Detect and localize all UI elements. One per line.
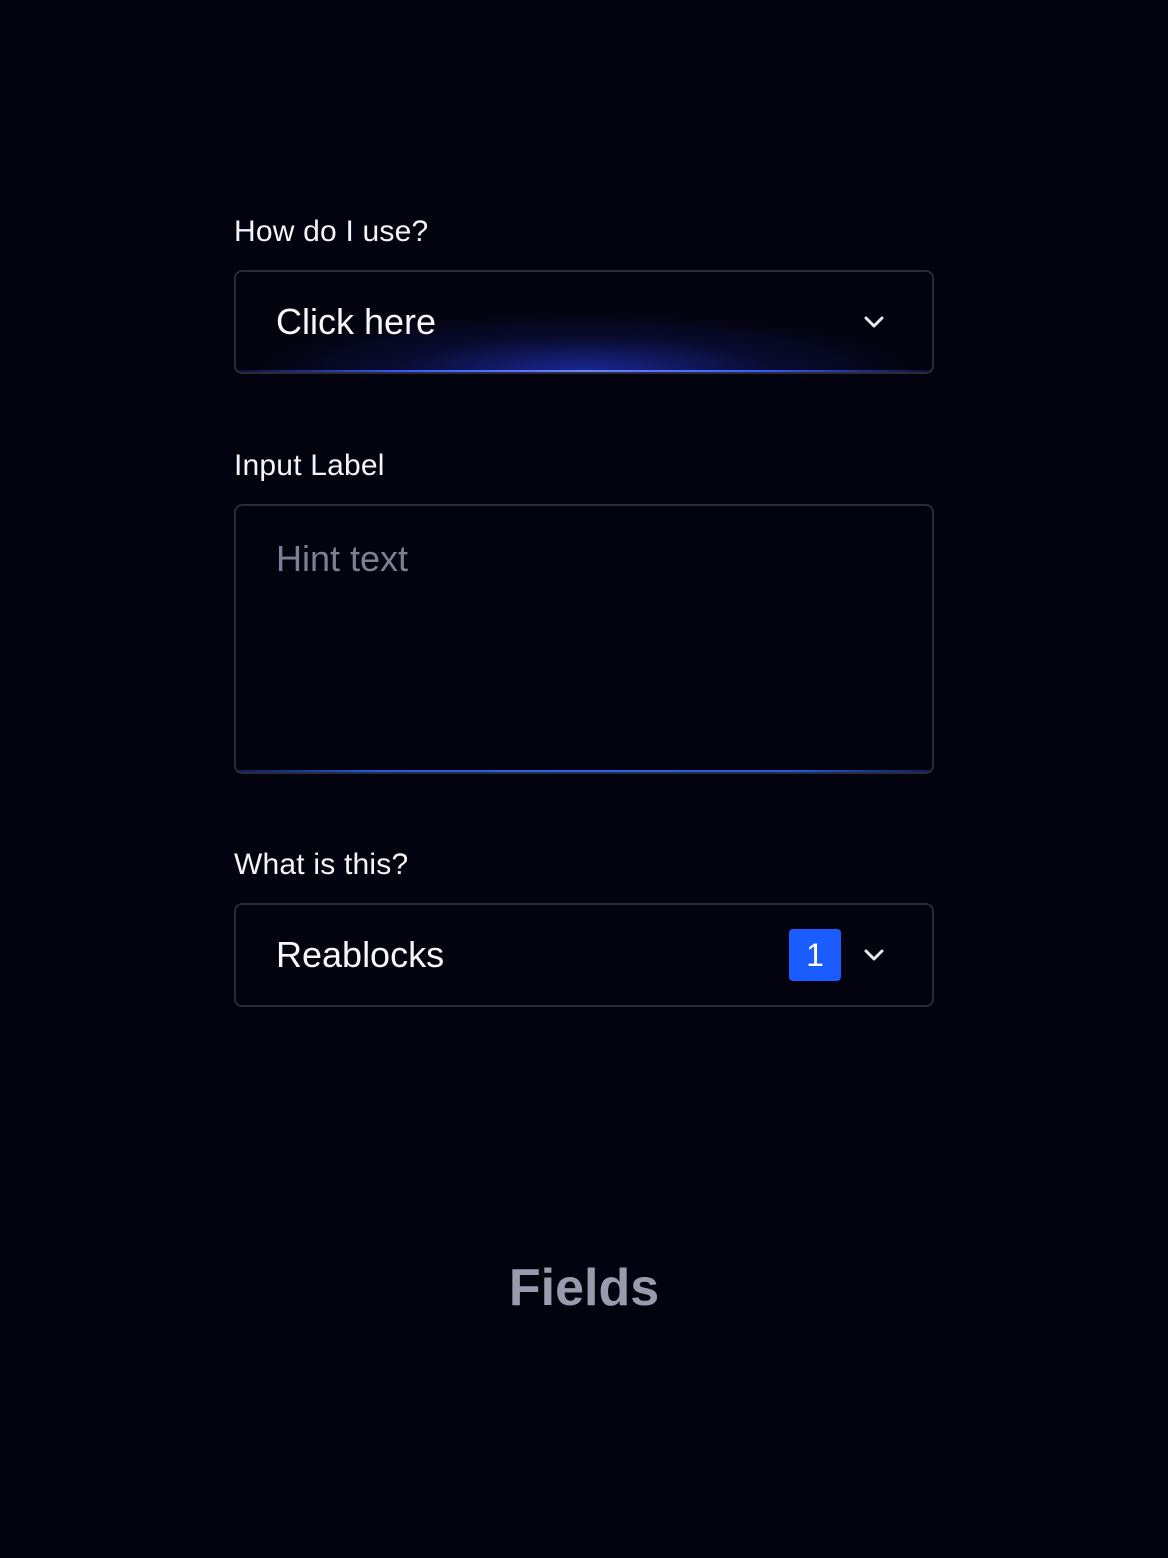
what-is-this-select[interactable]: Reablocks 1 — [234, 903, 934, 1007]
select-value: Click here — [276, 301, 437, 342]
how-do-i-use-select[interactable]: Click here — [234, 270, 934, 374]
count-badge: 1 — [789, 929, 841, 981]
page-title: Fields — [508, 1259, 660, 1317]
chevron-down-icon[interactable] — [862, 947, 886, 963]
field-label-input-label: Input Label — [234, 449, 385, 482]
select-value: Reablocks — [276, 934, 445, 975]
textarea-placeholder: Hint text — [276, 538, 409, 579]
chevron-down-icon[interactable] — [862, 314, 886, 330]
input-textarea[interactable]: Hint text — [234, 504, 934, 774]
field-label-how-do-i-use: How do I use? — [234, 215, 429, 248]
field-label-what-is-this: What is this? — [234, 848, 409, 881]
